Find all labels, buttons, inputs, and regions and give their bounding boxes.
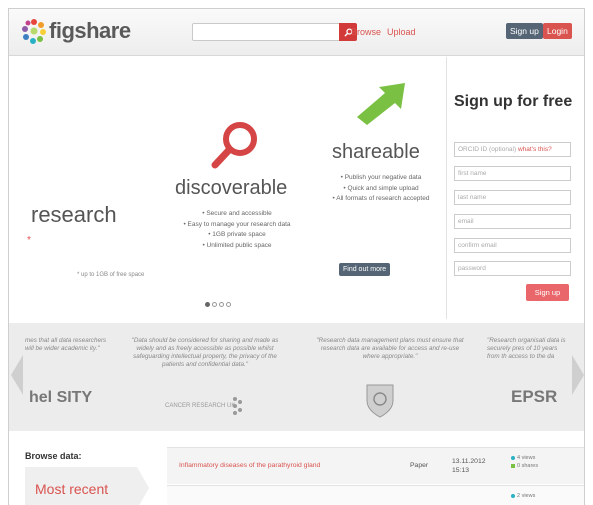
orcid-field[interactable]: ORCID ID (optional) what's this? <box>454 142 571 157</box>
signup-submit-button[interactable]: Sign up <box>526 284 569 301</box>
quote-text: "Data should be considered for sharing a… <box>131 337 279 368</box>
password-field[interactable]: password <box>454 261 571 276</box>
orcid-placeholder: ORCID ID (optional) <box>458 146 517 153</box>
shareable-feature-list: • Publish your negative data • Quick and… <box>319 173 443 205</box>
quote-text: mes that all data researchers will be wi… <box>25 337 107 352</box>
crest-logo-icon <box>366 384 394 418</box>
research-footnote: * up to 1GB of free space <box>77 272 145 278</box>
views-count: 4 views <box>517 455 536 461</box>
quote-logo: hel SITY <box>29 389 93 406</box>
quote-logo: EPSR <box>511 387 558 406</box>
email-field[interactable]: email <box>454 214 571 229</box>
slide-word-shareable: shareable <box>332 141 420 163</box>
carousel-indicators <box>205 302 231 307</box>
list-item: • Unlimited public space <box>202 241 272 249</box>
header-signup-button[interactable]: Sign up <box>506 23 543 39</box>
item-type: Paper <box>410 462 429 469</box>
logo-text: figshare <box>49 18 131 43</box>
quote-text: "Research data management plans must ens… <box>316 337 464 360</box>
views-count: 2 views <box>517 493 536 499</box>
quotes-carousel: mes that all data researchers will be wi… <box>9 323 585 431</box>
quote-text: "Research organisati data is securely pr… <box>487 337 566 360</box>
carousel-dot[interactable] <box>219 302 224 307</box>
carousel-dot[interactable] <box>205 302 210 307</box>
discoverable-feature-list: • Secure and accessible • Easy to manage… <box>169 209 305 251</box>
table-row[interactable]: 2 views <box>167 485 584 505</box>
carousel-dot[interactable] <box>226 302 231 307</box>
tab-pointer <box>137 467 149 505</box>
browse-data-heading: Browse data: <box>25 451 82 461</box>
views-icon <box>511 494 515 498</box>
header-login-button[interactable]: Login <box>543 23 572 39</box>
top-header: figshare Browse Upload Sign up Login <box>9 9 584 56</box>
table-row[interactable]: Inflammatory diseases of the parathyroid… <box>167 447 584 484</box>
nav-browse-link[interactable]: Browse <box>351 27 381 37</box>
quote-logo: CANCER RESEARCH UK <box>165 403 236 409</box>
orcid-info-link[interactable]: what's this? <box>518 146 552 153</box>
item-date-day: 13.11.2012 <box>452 458 486 465</box>
figshare-logo[interactable]: figshare <box>21 18 131 44</box>
shares-stat: 0 shares <box>511 462 538 470</box>
figshare-logo-icon <box>22 19 46 44</box>
magnifier-icon <box>211 122 257 169</box>
item-stats: 2 views <box>511 492 535 500</box>
shares-count: 0 shares <box>517 463 539 469</box>
list-item: • Secure and accessible <box>202 210 272 217</box>
slide-word-discoverable: discoverable <box>175 177 288 199</box>
prev-arrow-icon[interactable] <box>9 353 25 397</box>
next-arrow-icon[interactable] <box>570 353 585 397</box>
nav-upload-link[interactable]: Upload <box>387 27 416 37</box>
shares-icon <box>511 464 515 468</box>
search-input[interactable] <box>192 23 340 41</box>
list-item: • Quick and simple upload <box>343 184 419 192</box>
signup-panel: Sign up for free ORCID ID (optional) wha… <box>446 57 584 319</box>
browser-page: figshare Browse Upload Sign up Login res… <box>8 8 585 505</box>
list-item: • All formats of research accepted <box>332 195 430 202</box>
signup-title: Sign up for free <box>454 93 573 110</box>
list-item: • 1GB private space <box>208 231 266 238</box>
list-item: • Easy to manage your research data <box>183 220 291 228</box>
item-title-link[interactable]: Inflammatory diseases of the parathyroid… <box>179 462 320 469</box>
views-stat: 4 views <box>511 454 538 462</box>
item-date: 13.11.2012 15:13 <box>452 457 486 475</box>
item-stats: 4 views 0 shares <box>511 454 538 470</box>
find-out-more-button[interactable]: Find out more <box>339 263 391 276</box>
share-arrow-icon <box>357 83 405 125</box>
item-date-time: 15:13 <box>452 467 470 474</box>
tab-most-recent[interactable]: Most recent <box>25 467 149 505</box>
confirm-email-field[interactable]: confirm email <box>454 238 571 253</box>
list-item: • Publish your negative data <box>340 174 422 181</box>
views-icon <box>511 456 515 460</box>
views-stat: 2 views <box>511 492 535 500</box>
cancer-research-logo-icon <box>233 397 242 415</box>
carousel-dot[interactable] <box>212 302 217 307</box>
tab-label: Most recent <box>35 481 109 497</box>
last-name-field[interactable]: last name <box>454 190 571 205</box>
first-name-field[interactable]: first name <box>454 166 571 181</box>
slide-word-research: research <box>31 202 117 227</box>
research-asterisk: * <box>27 235 31 246</box>
